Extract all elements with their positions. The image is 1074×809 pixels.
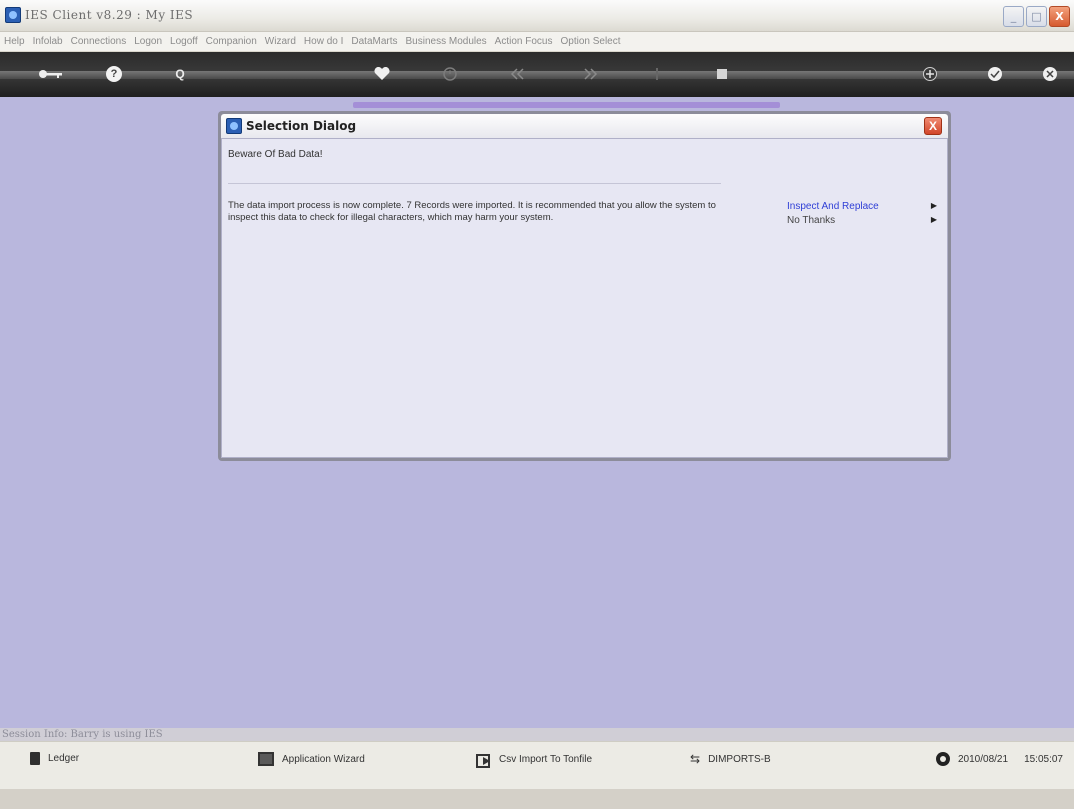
- menu-companion[interactable]: Companion: [206, 36, 257, 47]
- help-icon[interactable]: ?: [104, 64, 124, 84]
- maximize-button[interactable]: □: [1026, 6, 1047, 27]
- status-bar: Ledger Application Wizard Csv Import To …: [0, 741, 1074, 789]
- search-icon[interactable]: Q: [170, 64, 190, 84]
- clock-icon[interactable]: [440, 64, 460, 84]
- menu-logoff[interactable]: Logoff: [170, 36, 198, 47]
- application-wizard-label: Application Wizard: [282, 753, 365, 765]
- window-controls: _ □ X: [1003, 6, 1070, 27]
- clock-icon: [936, 752, 950, 766]
- ledger-label: Ledger: [48, 753, 80, 764]
- stop-icon[interactable]: [712, 64, 732, 84]
- dialog-title-bar: Selection Dialog X: [221, 114, 948, 138]
- forward-icon[interactable]: [580, 64, 600, 84]
- menu-bar: Help Infolab Connections Logon Logoff Co…: [0, 32, 1074, 52]
- search-glyph: Q: [175, 67, 185, 81]
- import-icon: [475, 752, 491, 768]
- database-icon: ⇆: [690, 752, 701, 766]
- dialog-subtitle: Beware Of Bad Data!: [228, 149, 323, 160]
- menu-wizard[interactable]: Wizard: [265, 36, 296, 47]
- toolbar: ? Q: [0, 52, 1074, 97]
- wizard-icon: [258, 752, 274, 766]
- menu-action-focus[interactable]: Action Focus: [495, 36, 553, 47]
- menu-logon[interactable]: Logon: [134, 36, 162, 47]
- minimize-button[interactable]: _: [1003, 6, 1024, 27]
- status-date: 2010/08/21: [958, 753, 1009, 765]
- status-csv-import[interactable]: Csv Import To Tonfile: [475, 752, 593, 768]
- info-icon[interactable]: [647, 64, 667, 84]
- back-icon[interactable]: [508, 64, 528, 84]
- title-bar: IES Client v8.29 : My IES _ □ X: [0, 0, 1074, 32]
- dialog-app-icon: [226, 118, 242, 134]
- status-dimports[interactable]: ⇆ DIMPORTS-B: [690, 752, 771, 766]
- status-time: 15:05:07: [1024, 753, 1063, 765]
- option-no-thanks[interactable]: No Thanks ▶: [787, 215, 937, 226]
- dialog-message: The data import process is now complete.…: [228, 200, 716, 223]
- session-info: Session Info: Barry is using IES: [2, 729, 163, 740]
- menu-datamarts[interactable]: DataMarts: [351, 36, 397, 47]
- option-label: Inspect And Replace: [787, 201, 879, 212]
- dialog-title: Selection Dialog: [246, 119, 357, 133]
- selection-dialog: Selection Dialog X Beware Of Bad Data! T…: [218, 111, 951, 461]
- tab-strip: [353, 102, 780, 108]
- status-ledger[interactable]: Ledger: [30, 752, 79, 765]
- dialog-close-button[interactable]: X: [924, 117, 942, 135]
- help-glyph: ?: [106, 66, 122, 82]
- window-title: IES Client v8.29 : My IES: [25, 8, 194, 22]
- ledger-icon: [30, 752, 40, 765]
- session-bar: Session Info: Barry is using IES: [0, 728, 1074, 741]
- dialog-body: Beware Of Bad Data! The data import proc…: [221, 138, 948, 458]
- add-icon[interactable]: [920, 64, 940, 84]
- bottom-edge: [0, 789, 1074, 809]
- key-icon[interactable]: [38, 64, 64, 84]
- arrow-right-icon: ▶: [930, 201, 937, 210]
- dimports-label: DIMPORTS-B: [708, 753, 771, 765]
- toolbar-band: [0, 71, 1074, 79]
- menu-option-select[interactable]: Option Select: [560, 36, 620, 47]
- menu-help[interactable]: Help: [4, 36, 25, 47]
- close-window-button[interactable]: X: [1049, 6, 1070, 27]
- csv-import-label: Csv Import To Tonfile: [499, 753, 593, 765]
- heart-icon[interactable]: [372, 64, 392, 84]
- arrow-right-icon: ▶: [930, 215, 937, 224]
- close-icon[interactable]: [1040, 64, 1060, 84]
- option-label: No Thanks: [787, 215, 836, 226]
- divider: [228, 183, 721, 184]
- check-icon[interactable]: [985, 64, 1005, 84]
- menu-how-do-i[interactable]: How do I: [304, 36, 343, 47]
- menu-business-modules[interactable]: Business Modules: [406, 36, 487, 47]
- status-datetime: 2010/08/21 15:05:07: [936, 752, 1063, 766]
- app-icon: [5, 7, 21, 23]
- menu-connections[interactable]: Connections: [71, 36, 127, 47]
- status-application-wizard[interactable]: Application Wizard: [258, 752, 365, 766]
- option-inspect-and-replace[interactable]: Inspect And Replace ▶: [787, 201, 937, 212]
- menu-infolab[interactable]: Infolab: [33, 36, 63, 47]
